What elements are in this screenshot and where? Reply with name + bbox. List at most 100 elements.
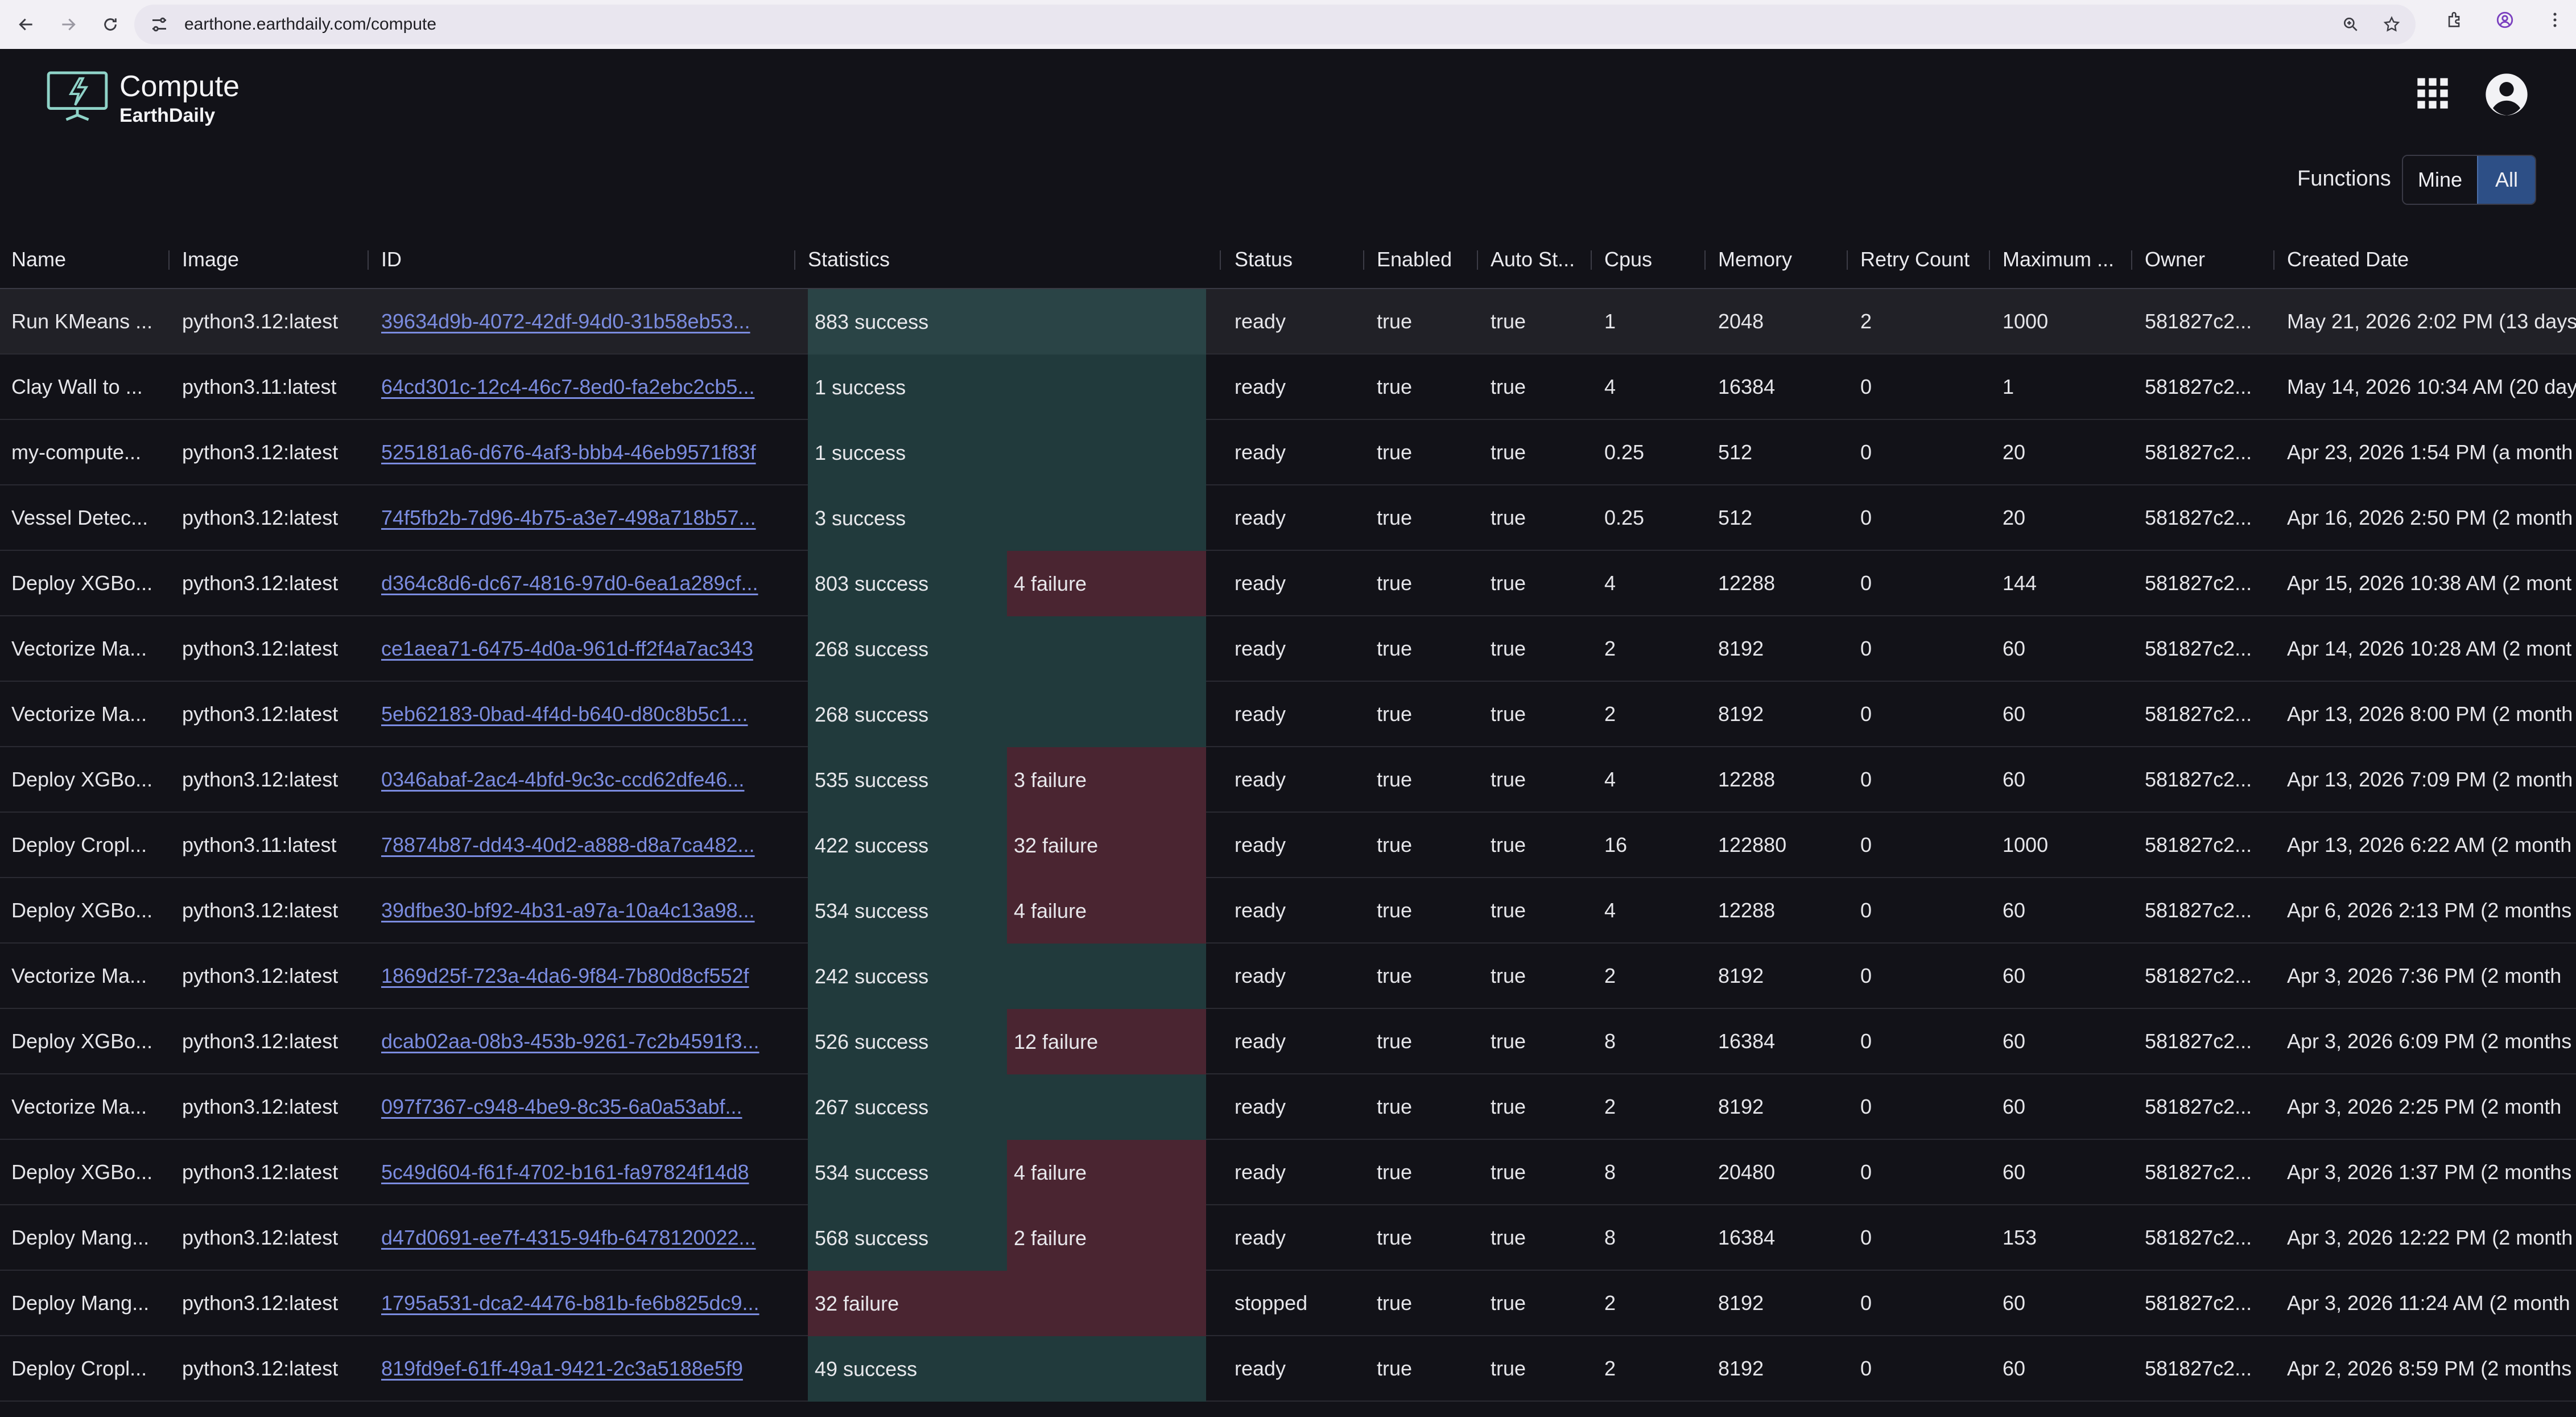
cell-memory: 512: [1718, 505, 1753, 529]
function-id-link[interactable]: 097f7367-c948-4be9-8c35-6a0a53abf...: [381, 1095, 742, 1119]
column-header-status[interactable]: Status: [1223, 231, 1363, 288]
function-id-link[interactable]: 64cd301c-12c4-46c7-8ed0-fa2ebc2cb5...: [381, 375, 754, 399]
cell-enabled: true: [1377, 767, 1413, 791]
address-bar[interactable]: earthone.earthdaily.com/compute: [134, 5, 2416, 44]
column-header-enabled[interactable]: Enabled: [1365, 231, 1477, 288]
function-id-link[interactable]: d47d0691-ee7f-4315-94fb-6478120022...: [381, 1226, 756, 1250]
cell-cpus: 8: [1604, 1160, 1616, 1184]
back-button[interactable]: [11, 10, 41, 39]
column-resize-handle[interactable]: [1220, 250, 1221, 270]
extensions-icon[interactable]: [2445, 10, 2464, 30]
column-resize-handle[interactable]: [368, 250, 369, 270]
column-header-owner[interactable]: Owner: [2133, 231, 2273, 288]
cell-cpus: 8: [1604, 1225, 1616, 1249]
cell-memory: 2048: [1718, 309, 1764, 333]
column-header-id[interactable]: ID: [370, 231, 794, 288]
function-id-link[interactable]: 819fd9ef-61ff-49a1-9421-2c3a5188e5f9: [381, 1357, 743, 1381]
cell-memory: 122880: [1718, 833, 1787, 856]
cell-maximum: 60: [2003, 1160, 2026, 1184]
account-circle-icon[interactable]: [2484, 72, 2529, 117]
table-row[interactable]: Deploy Mang... python3.12:latest 1795a531-…: [0, 1271, 2576, 1336]
column-resize-handle[interactable]: [1477, 250, 1478, 270]
cell-auto-start: true: [1491, 767, 1526, 791]
table-row[interactable]: Deploy Cropl... python3.12:latest 819fd9ef…: [0, 1336, 2576, 1402]
url-text[interactable]: earthone.earthdaily.com/compute: [184, 15, 436, 34]
column-header-memory[interactable]: Memory: [1707, 231, 1847, 288]
reload-button[interactable]: [96, 10, 125, 39]
cell-image: python3.12:latest: [182, 1291, 338, 1315]
cell-name: Run KMeans ...: [11, 309, 153, 333]
site-settings-icon[interactable]: [149, 14, 170, 35]
forward-button[interactable]: [53, 10, 83, 39]
table-row[interactable]: Vectorize Ma... python3.12:latest 1869d25f…: [0, 944, 2576, 1009]
column-header-name[interactable]: Name: [0, 231, 168, 288]
column-resize-handle[interactable]: [1704, 250, 1706, 270]
column-resize-handle[interactable]: [2273, 250, 2274, 270]
function-id-link[interactable]: 1869d25f-723a-4da6-9f84-7b80d8cf552f: [381, 964, 749, 988]
table-row[interactable]: Vectorize Ma... python3.12:latest ce1aea71…: [0, 616, 2576, 682]
cell-id: 74f5fb2b-7d96-4b75-a3e7-498a718b57...: [370, 485, 794, 550]
bookmark-star-icon[interactable]: [2383, 15, 2401, 34]
cell-maximum: 153: [2003, 1225, 2037, 1249]
column-resize-handle[interactable]: [1847, 250, 1848, 270]
table-row[interactable]: Clay Wall to ... python3.11:latest 64cd301…: [0, 355, 2576, 420]
column-header-maximum[interactable]: Maximum ...: [1991, 231, 2131, 288]
table-row[interactable]: Deploy XGBo... python3.12:latest dcab02aa-…: [0, 1009, 2576, 1074]
cell-retry-count: 0: [1860, 505, 1872, 529]
table-row[interactable]: Vectorize Ma... python3.12:latest 097f7367…: [0, 1074, 2576, 1140]
column-resize-handle[interactable]: [794, 250, 795, 270]
cell-memory: 20480: [1718, 1160, 1776, 1184]
function-id-link[interactable]: 5eb62183-0bad-4f4d-b640-d80c8b5c1...: [381, 702, 748, 726]
column-header-image[interactable]: Image: [171, 231, 368, 288]
cell-status: ready: [1235, 309, 1286, 333]
column-resize-handle[interactable]: [1989, 250, 1990, 270]
function-id-link[interactable]: dcab02aa-08b3-453b-9261-7c2b4591f3...: [381, 1029, 759, 1053]
mine-toggle-button[interactable]: Mine: [2403, 156, 2477, 204]
function-id-link[interactable]: 74f5fb2b-7d96-4b75-a3e7-498a718b57...: [381, 506, 756, 530]
table-row[interactable]: Deploy Mang... python3.12:latest d47d0691-…: [0, 1205, 2576, 1271]
column-header-auto-start[interactable]: Auto St...: [1479, 231, 1591, 288]
column-resize-handle[interactable]: [168, 250, 170, 270]
table-row[interactable]: my-compute... python3.12:latest 525181a6-d…: [0, 420, 2576, 485]
cell-status: ready: [1235, 1356, 1286, 1380]
table-row[interactable]: Vectorize Ma... python3.12:latest 5eb62183…: [0, 682, 2576, 747]
function-id-link[interactable]: d364c8d6-dc67-4816-97d0-6ea1a289cf...: [381, 571, 758, 595]
column-header-statistics[interactable]: Statistics: [796, 231, 1220, 288]
apps-grid-button[interactable]: [2412, 73, 2453, 114]
function-id-link[interactable]: ce1aea71-6475-4d0a-961d-ff2f4a7ac343: [381, 637, 753, 661]
column-resize-handle[interactable]: [1363, 250, 1364, 270]
compute-monitor-logo-icon[interactable]: [46, 71, 109, 122]
more-menu-icon[interactable]: [2545, 10, 2565, 30]
function-id-link[interactable]: 78874b87-dd43-40d2-a888-d8a7ca482...: [381, 833, 755, 857]
cell-memory: 8192: [1718, 1356, 1764, 1380]
function-id-link[interactable]: 525181a6-d676-4af3-bbb4-46eb9571f83f: [381, 440, 756, 464]
table-row[interactable]: Deploy XGBo... python3.12:latest 0346abaf-…: [0, 747, 2576, 813]
column-resize-handle[interactable]: [2131, 250, 2132, 270]
table-row[interactable]: Run KMeans ... python3.12:latest 39634d9b-…: [0, 289, 2576, 355]
statistics-bar: 1 success: [808, 355, 1206, 420]
function-id-link[interactable]: 39dfbe30-bf92-4b31-a97a-10a4c13a98...: [381, 899, 755, 922]
cell-memory: 16384: [1718, 374, 1776, 398]
column-header-retry-count[interactable]: Retry Count: [1849, 231, 1989, 288]
profile-icon[interactable]: [2495, 10, 2515, 30]
table-row[interactable]: Deploy Cropl... python3.11:latest 78874b87…: [0, 813, 2576, 878]
table-row[interactable]: Deploy XGBo... python3.12:latest 5c49d604-…: [0, 1140, 2576, 1205]
cell-maximum: 1000: [2003, 309, 2049, 333]
column-resize-handle[interactable]: [1591, 250, 1592, 270]
function-id-link[interactable]: 1795a531-dca2-4476-b81b-fe6b825dc9...: [381, 1291, 759, 1315]
all-toggle-button[interactable]: All: [2477, 156, 2535, 204]
table-row[interactable]: Vessel Detec... python3.12:latest 74f5fb2b…: [0, 485, 2576, 551]
table-row[interactable]: Deploy XGBo... python3.12:latest d364c8d6-…: [0, 551, 2576, 616]
cell-status: ready: [1235, 833, 1286, 856]
column-header-created-date[interactable]: Created Date: [2276, 231, 2576, 288]
cell-auto-start: true: [1491, 1160, 1526, 1184]
column-header-cpus[interactable]: Cpus: [1593, 231, 1704, 288]
cell-name: Vectorize Ma...: [11, 1094, 147, 1118]
cell-auto-start: true: [1491, 1225, 1526, 1249]
function-id-link[interactable]: 5c49d604-f61f-4702-b161-fa97824f14d8: [381, 1160, 749, 1184]
statistics-bar: 883 success: [808, 289, 1206, 355]
table-row[interactable]: Deploy XGBo... python3.12:latest 39dfbe30-…: [0, 878, 2576, 944]
function-id-link[interactable]: 0346abaf-2ac4-4bfd-9c3c-ccd62dfe46...: [381, 768, 744, 792]
zoom-icon[interactable]: [2342, 15, 2360, 34]
function-id-link[interactable]: 39634d9b-4072-42df-94d0-31b58eb53...: [381, 310, 750, 333]
